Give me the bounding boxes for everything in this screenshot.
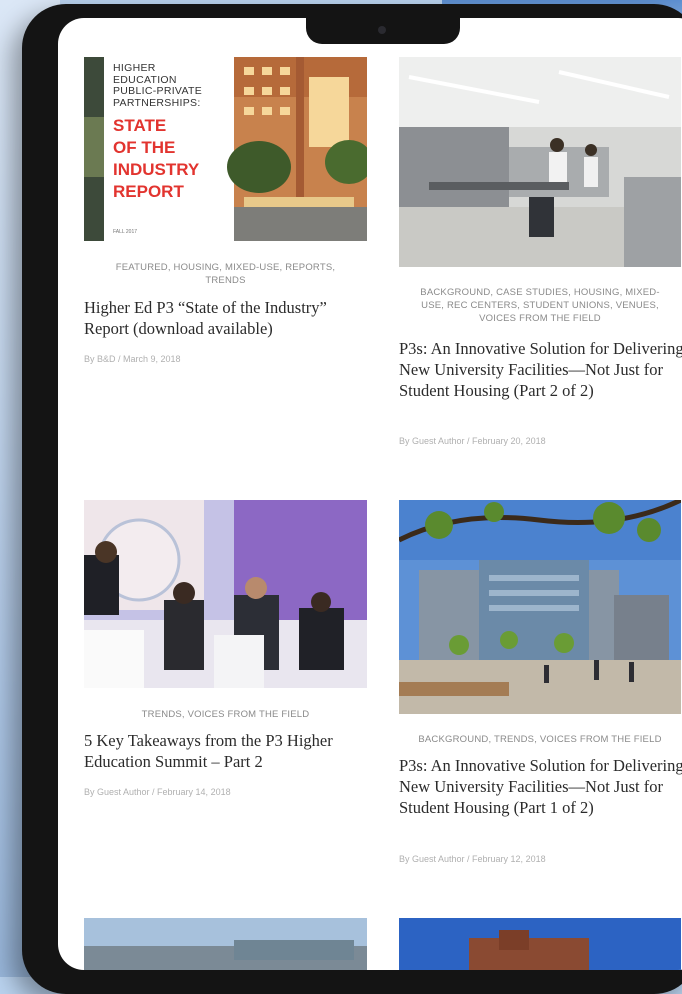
post-categories[interactable]: TRENDS, VOICES FROM THE FIELD: [84, 708, 367, 721]
post-categories[interactable]: BACKGROUND, CASE STUDIES, HOUSING, MIXED…: [409, 286, 671, 325]
cover-headline: STATE OF THE INDUSTRY REPORT: [113, 115, 202, 203]
cover-headline-line: STATE: [113, 116, 167, 135]
cover-headline-line: INDUSTRY: [113, 160, 200, 179]
post-title[interactable]: 5 Key Takeaways from the P3 Higher Educa…: [84, 730, 374, 772]
next-post-image[interactable]: [399, 918, 681, 970]
lab-photo-art: [399, 57, 681, 267]
next-post-image[interactable]: [84, 918, 367, 970]
post-categories[interactable]: BACKGROUND, TRENDS, VOICES FROM THE FIEL…: [399, 733, 681, 746]
blog-grid-screen[interactable]: HIGHER EDUCATION PUBLIC-PRIVATE PARTNERS…: [58, 18, 682, 970]
post-title[interactable]: P3s: An Innovative Solution for Deliveri…: [399, 338, 682, 401]
post-meta: By B&D / March 9, 2018: [84, 354, 181, 364]
next-post-image-art: [84, 918, 367, 970]
post-meta: By Guest Author / February 14, 2018: [84, 787, 231, 797]
cover-headline-line: REPORT: [113, 182, 184, 201]
campus-photo[interactable]: [399, 500, 681, 714]
post-meta: By Guest Author / February 20, 2018: [399, 436, 546, 446]
camera-icon: [378, 26, 386, 34]
summit-photo[interactable]: [84, 500, 367, 688]
post-categories[interactable]: FEATURED, HOUSING, MIXED-USE, REPORTS, T…: [98, 261, 353, 287]
cover-text: HIGHER EDUCATION PUBLIC-PRIVATE PARTNERS…: [113, 62, 202, 203]
campus-photo-art: [399, 500, 681, 714]
cover-line: PUBLIC-PRIVATE: [113, 85, 202, 97]
post-meta: By Guest Author / February 12, 2018: [399, 854, 546, 864]
lab-photo[interactable]: [399, 57, 681, 267]
cover-date: FALL 2017: [113, 229, 138, 235]
cover-headline-line: OF THE: [113, 138, 176, 157]
post-title[interactable]: Higher Ed P3 “State of the Industry” Rep…: [84, 297, 374, 339]
tablet-notch: [306, 18, 460, 44]
post-title[interactable]: P3s: An Innovative Solution for Deliveri…: [399, 755, 682, 818]
report-cover-image[interactable]: HIGHER EDUCATION PUBLIC-PRIVATE PARTNERS…: [84, 57, 367, 241]
next-post-image-art: [399, 918, 681, 970]
tablet-frame: HIGHER EDUCATION PUBLIC-PRIVATE PARTNERS…: [22, 4, 682, 994]
cover-line: HIGHER: [113, 62, 156, 74]
summit-photo-art: [84, 500, 367, 688]
cover-line: PARTNERSHIPS:: [113, 96, 201, 109]
